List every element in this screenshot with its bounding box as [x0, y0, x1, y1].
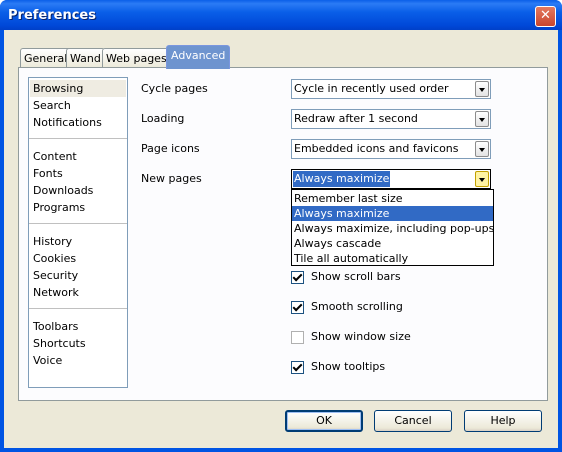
sidebar-item-downloads[interactable]: Downloads — [30, 182, 126, 199]
dropdown-option[interactable]: Remember last size — [292, 191, 493, 206]
cancel-button[interactable]: Cancel — [374, 410, 452, 432]
close-button[interactable]: ✕ — [535, 6, 556, 27]
dialog-body: General Wand Web pages Advanced Browsing… — [4, 30, 558, 448]
tab-wand[interactable]: Wand — [66, 48, 105, 68]
dropdown-option[interactable]: Always cascade — [292, 236, 493, 251]
loading-select[interactable]: Redraw after 1 second — [291, 109, 491, 129]
new-pages-dropdown: Remember last size Always maximize Alway… — [291, 189, 494, 266]
sidebar-item-shortcuts[interactable]: Shortcuts — [30, 335, 126, 352]
tab-advanced[interactable]: Advanced — [166, 45, 231, 69]
show-window-size-label: Show window size — [311, 330, 411, 343]
loading-label: Loading — [141, 112, 185, 125]
show-scroll-bars-checkbox[interactable] — [291, 271, 304, 284]
new-pages-value: Always maximize — [293, 171, 391, 187]
new-pages-label: New pages — [141, 172, 202, 185]
show-scroll-bars-label: Show scroll bars — [311, 270, 401, 283]
show-tooltips-checkbox[interactable] — [291, 361, 304, 374]
page-icons-select[interactable]: Embedded icons and favicons — [291, 139, 491, 159]
sidebar-divider — [29, 223, 127, 224]
smooth-scrolling-checkbox[interactable] — [291, 301, 304, 314]
page-icons-label: Page icons — [141, 142, 200, 155]
chevron-down-icon[interactable] — [475, 81, 489, 97]
tab-web-pages[interactable]: Web pages — [102, 48, 171, 68]
chevron-down-icon[interactable] — [475, 141, 489, 157]
ok-button[interactable]: OK — [285, 410, 363, 432]
window-title: Preferences — [8, 8, 96, 23]
sidebar-divider — [29, 308, 127, 309]
sidebar-item-cookies[interactable]: Cookies — [30, 250, 126, 267]
show-tooltips-label: Show tooltips — [311, 360, 386, 373]
page-icons-value: Embedded icons and favicons — [294, 142, 459, 155]
new-pages-select[interactable]: Always maximize — [291, 169, 491, 189]
show-window-size-checkbox[interactable] — [291, 331, 304, 344]
sidebar-item-voice[interactable]: Voice — [30, 352, 126, 369]
sidebar-item-programs[interactable]: Programs — [30, 199, 126, 216]
sidebar-item-toolbars[interactable]: Toolbars — [30, 318, 126, 335]
title-bar[interactable]: Preferences ✕ — [0, 0, 562, 30]
chevron-down-icon[interactable] — [475, 111, 489, 127]
sidebar-item-content[interactable]: Content — [30, 148, 126, 165]
chevron-down-icon[interactable] — [475, 171, 489, 187]
dropdown-option[interactable]: Always maximize — [292, 206, 493, 221]
sidebar-item-network[interactable]: Network — [30, 284, 126, 301]
sidebar-item-notifications[interactable]: Notifications — [30, 114, 126, 131]
cycle-pages-value: Cycle in recently used order — [294, 82, 449, 95]
close-icon: ✕ — [540, 8, 551, 23]
loading-value: Redraw after 1 second — [294, 112, 418, 125]
sidebar-item-browsing[interactable]: Browsing — [30, 80, 126, 97]
sidebar-item-history[interactable]: History — [30, 233, 126, 250]
sidebar-item-security[interactable]: Security — [30, 267, 126, 284]
advanced-panel: Browsing Search Notifications Content Fo… — [18, 67, 548, 401]
cycle-pages-select[interactable]: Cycle in recently used order — [291, 79, 491, 99]
help-button[interactable]: Help — [464, 410, 542, 432]
tab-general[interactable]: General — [20, 48, 72, 68]
dropdown-option[interactable]: Always maximize, including pop-ups — [292, 221, 494, 236]
sidebar-item-fonts[interactable]: Fonts — [30, 165, 126, 182]
cycle-pages-label: Cycle pages — [141, 82, 208, 95]
smooth-scrolling-label: Smooth scrolling — [311, 300, 403, 313]
category-list: Browsing Search Notifications Content Fo… — [28, 77, 128, 388]
dropdown-option[interactable]: Tile all automatically — [292, 251, 493, 266]
preferences-window: Preferences ✕ General Wand Web pages Adv… — [0, 0, 562, 452]
sidebar-item-search[interactable]: Search — [30, 97, 126, 114]
sidebar-divider — [29, 138, 127, 139]
